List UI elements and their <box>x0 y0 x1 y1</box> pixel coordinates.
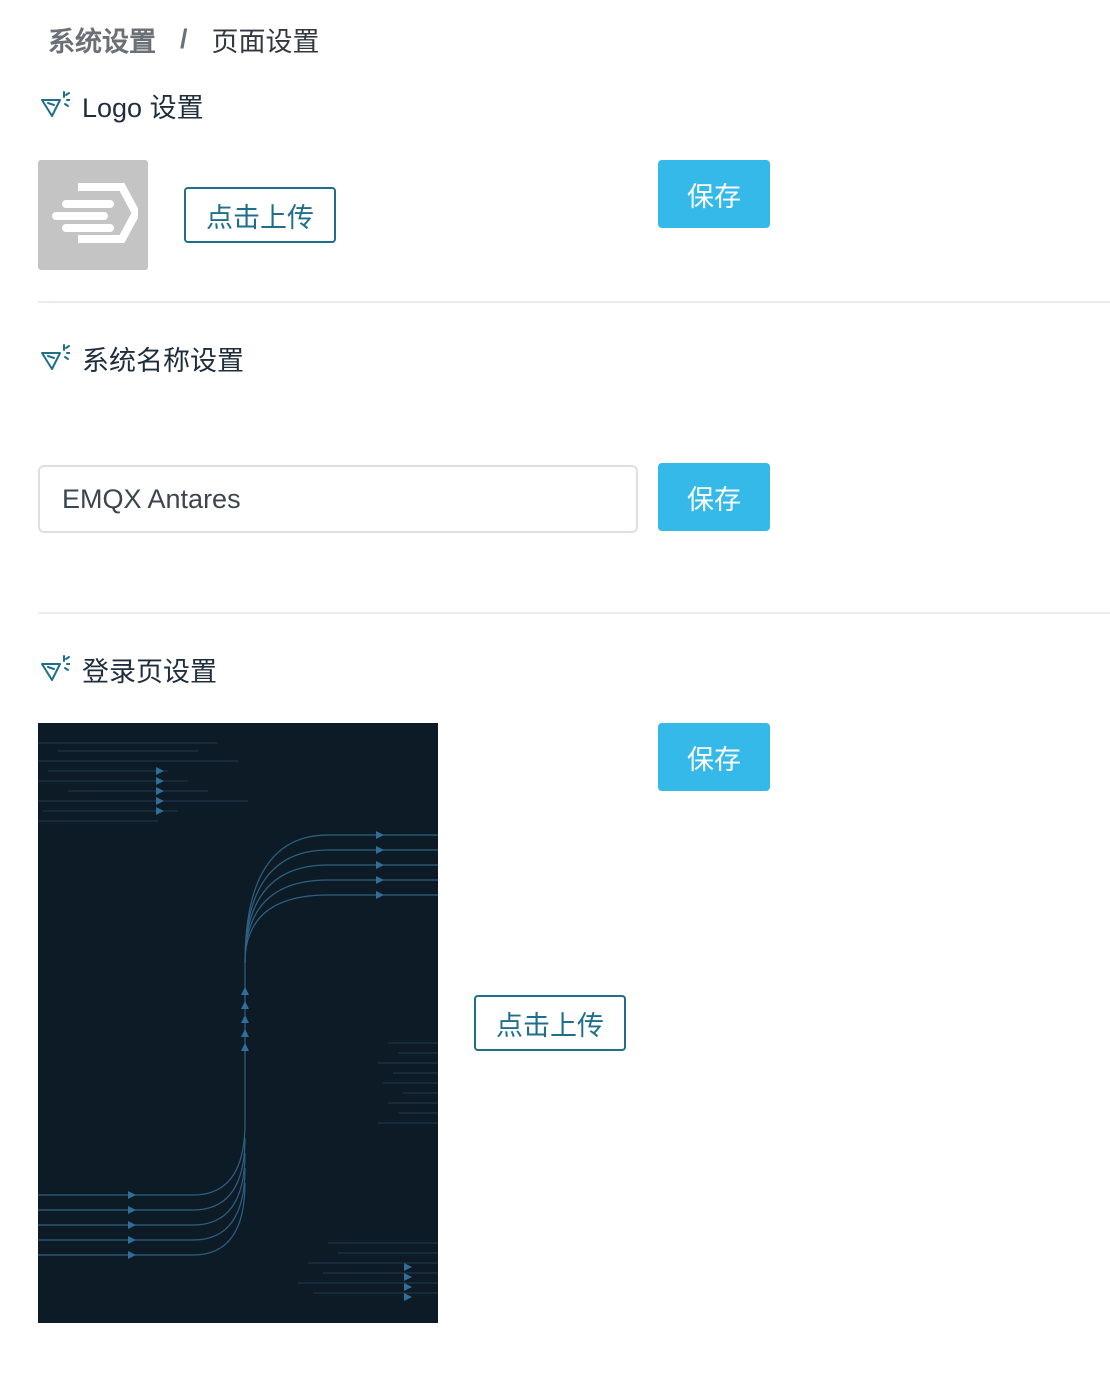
logo-preview <box>38 160 148 270</box>
logo-upload-button[interactable]: 点击上传 <box>184 187 336 243</box>
breadcrumb-parent[interactable]: 系统设置 <box>48 20 156 59</box>
system-name-section-title: 系统名称设置 <box>40 341 244 376</box>
breadcrumb-separator: / <box>180 23 188 54</box>
breadcrumb: 系统设置 / 页面设置 <box>48 20 320 59</box>
login-page-save-button[interactable]: 保存 <box>658 723 770 791</box>
section-divider <box>38 301 1110 303</box>
login-page-section-title-text: 登录页设置 <box>82 656 217 687</box>
emqx-logo-icon <box>48 182 141 248</box>
section-divider <box>38 612 1110 614</box>
breadcrumb-current: 页面设置 <box>211 26 320 57</box>
sparkle-send-icon <box>40 654 71 684</box>
login-background-preview <box>38 723 438 1323</box>
sparkle-send-icon <box>40 90 71 120</box>
system-name-section-title-text: 系统名称设置 <box>82 345 244 376</box>
system-name-save-button[interactable]: 保存 <box>658 463 770 531</box>
sparkle-send-icon <box>40 343 71 373</box>
logo-section-title: Logo 设置 <box>40 88 204 123</box>
system-name-input[interactable] <box>38 465 638 533</box>
logo-save-button[interactable]: 保存 <box>658 160 770 228</box>
login-background-upload-button[interactable]: 点击上传 <box>474 995 626 1051</box>
logo-section-title-text: Logo 设置 <box>82 92 204 123</box>
login-page-section-title: 登录页设置 <box>40 652 217 687</box>
